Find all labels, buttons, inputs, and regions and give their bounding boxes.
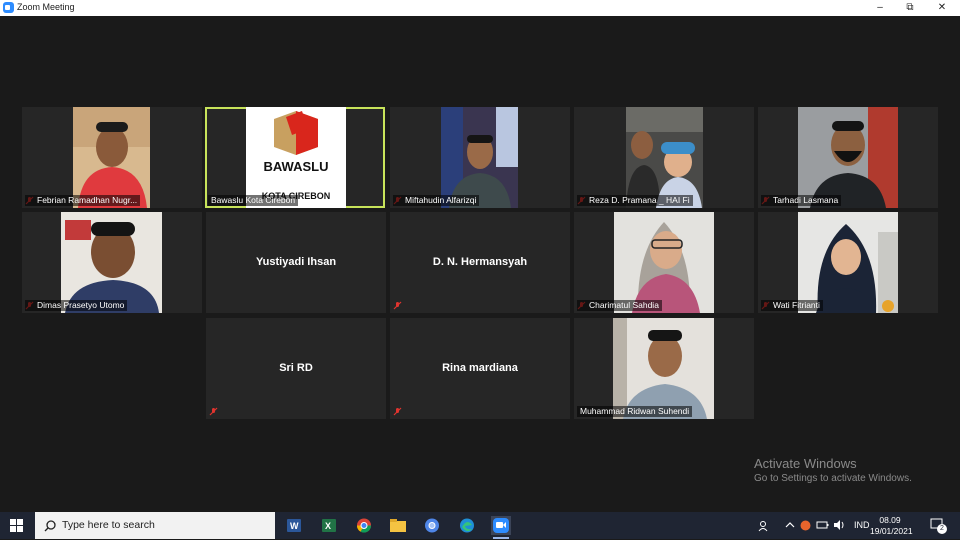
participant-video [614,212,714,313]
window-title: Zoom Meeting [17,2,75,12]
participant-tile[interactable]: Febrian Ramadhan Nugr... [22,107,202,208]
people-icon[interactable] [758,520,770,534]
search-placeholder: Type here to search [62,519,155,531]
participant-name-center: Sri RD [279,362,313,374]
participant-tile-no-video[interactable]: Sri RD [206,318,386,419]
participant-tile[interactable]: Muhammad Ridwan Suhendi [574,318,754,419]
clock-time: 08.09 [879,515,901,525]
maximize-button[interactable]: ⧉ [894,0,926,16]
participant-name: Charimatul Sahdia [577,300,662,311]
input-language[interactable]: IND [854,520,870,530]
participant-name-center: D. N. Hermansyah [432,256,528,268]
participant-name: Bawaslu Kota Cirebon [208,195,299,206]
taskbar-clock[interactable]: 08.09 19/01/2021 [870,515,913,537]
watermark-subtitle: Go to Settings to activate Windows. [754,473,912,484]
windows-start-icon[interactable] [10,519,24,533]
zoom-app-icon [3,2,14,13]
participant-tile-no-video[interactable]: D. N. Hermansyah [390,212,570,313]
search-icon [44,519,56,532]
window-titlebar: Zoom Meeting – ⧉ ✕ [0,0,960,16]
muted-mic-icon [209,407,218,416]
participant-name: Muhammad Ridwan Suhendi [577,406,693,417]
participant-tile[interactable]: Tarhadi Lasmana [758,107,938,208]
notification-badge: 2 [937,524,947,534]
participant-video [441,107,518,208]
close-button[interactable]: ✕ [926,0,958,16]
chevron-up-icon[interactable] [785,520,795,532]
participant-video [61,212,162,313]
minimize-button[interactable]: – [864,0,896,16]
participant-tile[interactable]: Miftahudin Alfarizqi [390,107,570,208]
file-explorer-icon[interactable] [388,516,408,535]
logo-title: BAWASLU [263,159,329,174]
video-gallery: Febrian Ramadhan Nugr... BAWASLU KOTA CI… [0,16,960,512]
participant-video [613,318,714,419]
participant-video [73,107,150,208]
participant-tile-no-video[interactable]: Yustiyadi Ihsan [206,212,386,313]
excel-icon[interactable]: X [319,516,339,535]
participant-tile[interactable]: Reza D. Pramana _ HAI Fi [574,107,754,208]
participant-tile[interactable]: Charimatul Sahdia [574,212,754,313]
battery-icon[interactable] [816,520,829,532]
participant-tile[interactable]: Wati Fitrianti [758,212,938,313]
muted-mic-icon [393,301,402,310]
security-shield-icon[interactable] [800,520,811,533]
participant-video [798,107,898,208]
participant-name: Tarhadi Lasmana [761,195,842,206]
zoom-icon[interactable] [491,516,511,539]
participant-video [626,107,703,208]
bawaslu-logo: BAWASLU KOTA CIREBON [246,107,346,208]
participant-name-center: Rina mardiana [442,362,518,374]
watermark-title: Activate Windows [754,456,857,471]
clock-date: 19/01/2021 [870,526,913,536]
chromium-icon[interactable] [422,516,442,535]
participant-name: Wati Fitrianti [761,300,823,311]
volume-icon[interactable] [833,520,845,532]
participant-name: Miftahudin Alfarizqi [393,195,480,206]
word-icon[interactable]: W [284,516,304,535]
participant-name: Febrian Ramadhan Nugr... [25,195,141,206]
taskbar-search-box[interactable]: Type here to search [35,512,275,539]
chrome-icon[interactable] [354,516,374,535]
participant-tile-no-video[interactable]: Rina mardiana [390,318,570,419]
participant-tile[interactable]: Dimas Prasetyo Utomo [22,212,202,313]
participant-name-center: Yustiyadi Ihsan [255,256,337,268]
svg-text:X: X [325,521,331,531]
notification-center-icon[interactable]: 2 [930,518,947,534]
participant-tile-active-speaker[interactable]: BAWASLU KOTA CIREBON Bawaslu Kota Cirebo… [205,107,385,208]
edge-icon[interactable] [457,516,477,535]
participant-name: Reza D. Pramana _ HAI Fi [577,195,693,206]
activate-windows-watermark: Activate Windows Go to Settings to activ… [754,456,912,484]
windows-taskbar: Type here to search W X IND 08.09 19/01/… [0,512,960,539]
participant-video [798,212,898,313]
muted-mic-icon [393,407,402,416]
svg-text:W: W [290,521,299,531]
participant-name: Dimas Prasetyo Utomo [25,300,128,311]
